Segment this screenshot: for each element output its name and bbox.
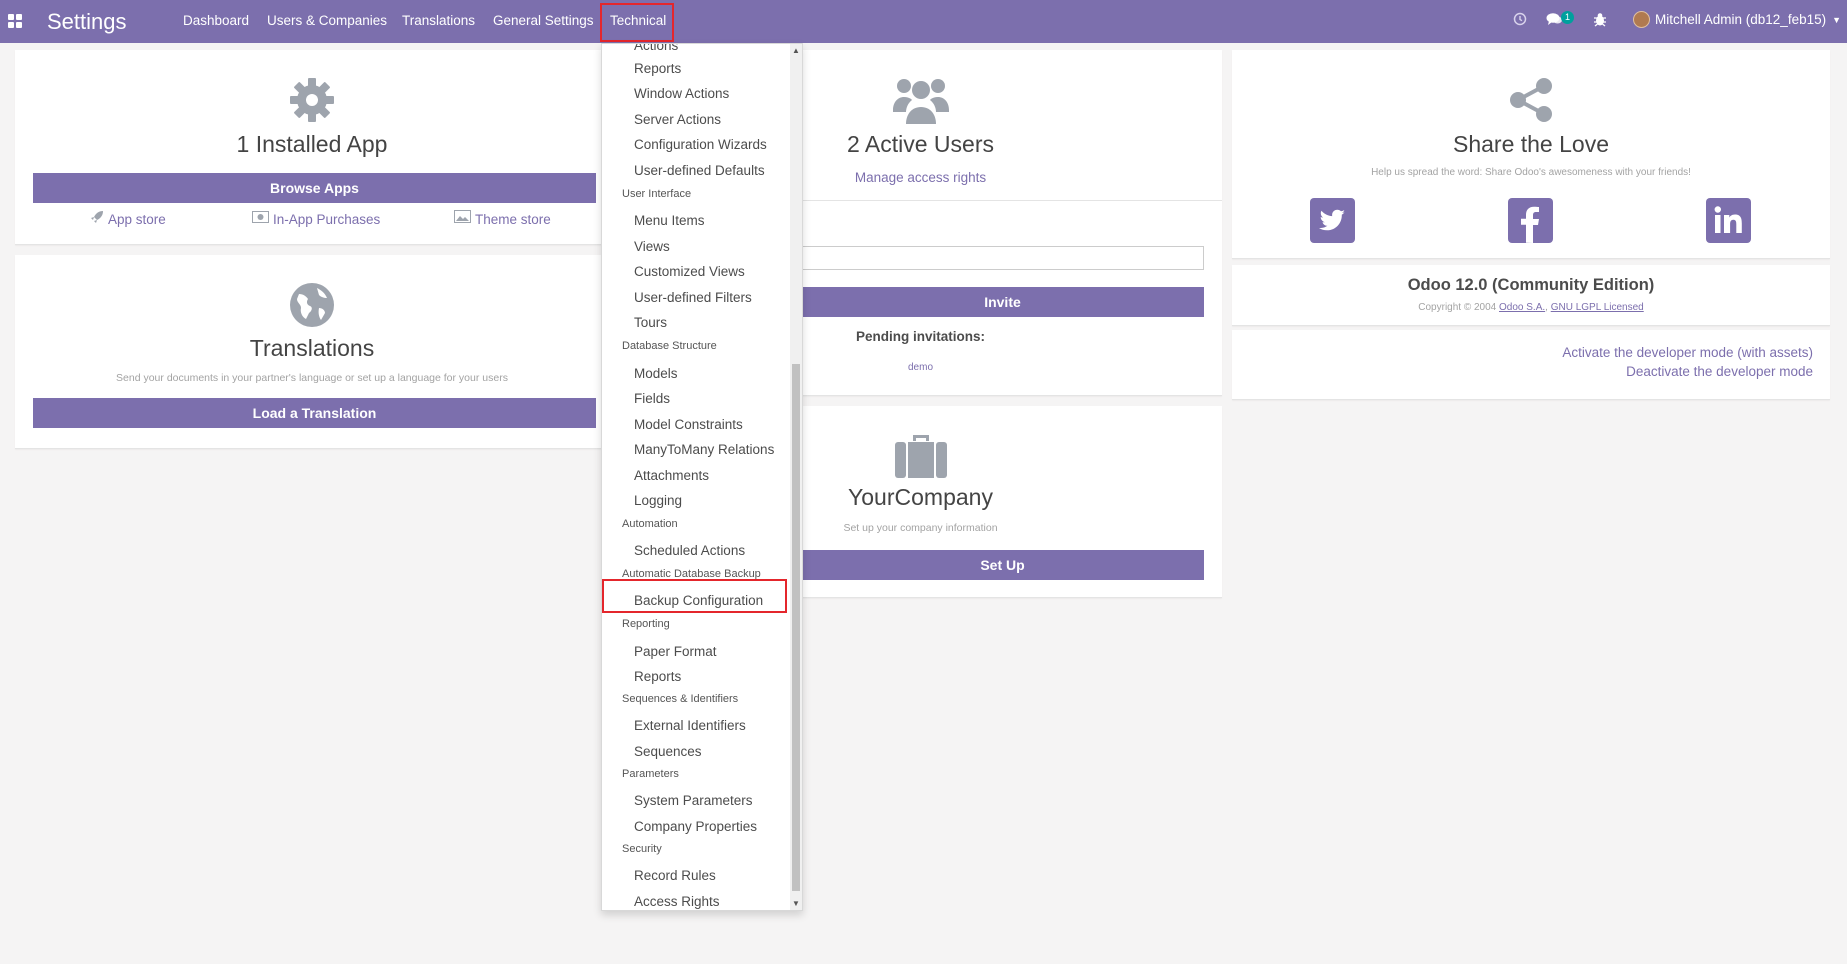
technical-menu-highlight (600, 3, 674, 42)
dropdown-item[interactable]: Model Constraints (634, 417, 743, 432)
dropdown-item[interactable]: Sequences (634, 744, 702, 759)
app-title: Settings (47, 9, 127, 34)
dropdown-item[interactable]: User-defined Filters (634, 290, 752, 305)
deactivate-developer-mode-link[interactable]: Deactivate the developer mode (1562, 364, 1813, 379)
rocket-icon (90, 210, 104, 229)
dropdown-item[interactable]: User-defined Defaults (634, 163, 765, 178)
chevron-down-icon: ▼ (1832, 14, 1842, 25)
version-title: Odoo 12.0 (Community Edition) (1407, 276, 1655, 294)
menu-translations[interactable]: Translations (402, 13, 475, 28)
installed-apps-title: 1 Installed App (236, 131, 388, 157)
dropdown-item[interactable]: Views (634, 239, 670, 254)
twitter-icon[interactable] (1310, 198, 1355, 243)
dropdown-item[interactable]: External Identifiers (634, 718, 746, 733)
dropdown-item[interactable]: Logging (634, 493, 682, 508)
invite-button[interactable]: Invite (801, 287, 1204, 317)
globe-icon (15, 282, 609, 333)
in-app-purchases-link[interactable]: In-App Purchases (252, 210, 380, 228)
manage-access-rights-link[interactable]: Manage access rights (855, 170, 986, 185)
dropdown-item[interactable]: Reports (634, 61, 681, 76)
dropdown-item[interactable]: System Parameters (634, 793, 753, 808)
browse-apps-button[interactable]: Browse Apps (33, 173, 596, 203)
dropdown-scrollbar[interactable]: ▲ ▼ (790, 44, 802, 910)
top-navbar: Settings Dashboard Users & Companies Tra… (0, 0, 1847, 43)
dropdown-item[interactable]: Scheduled Actions (634, 543, 745, 558)
dropdown-section-header: Security (622, 843, 662, 855)
dropdown-item[interactable]: Menu Items (634, 213, 705, 228)
messages-badge: 1 (1561, 11, 1575, 24)
dropdown-item[interactable]: Configuration Wizards (634, 137, 767, 152)
dropdown-item[interactable]: Record Rules (634, 868, 716, 883)
activity-clock-icon[interactable] (1511, 12, 1529, 30)
scroll-up-icon[interactable]: ▲ (792, 46, 800, 55)
dropdown-item[interactable]: Company Properties (634, 819, 757, 834)
backup-configuration-highlight (602, 579, 787, 613)
set-up-button[interactable]: Set Up (801, 550, 1204, 580)
facebook-icon[interactable] (1508, 198, 1553, 243)
linkedin-icon[interactable] (1706, 198, 1751, 243)
installed-apps-card: 1 Installed App Browse Apps App store In… (15, 50, 609, 245)
menu-dashboard[interactable]: Dashboard (183, 13, 249, 28)
invite-email-input[interactable] (801, 246, 1204, 270)
user-name: Mitchell Admin (db12_feb15) (1655, 12, 1827, 27)
dropdown-item[interactable]: Tours (634, 315, 667, 330)
copyright-text: Copyright © 2004 (1418, 302, 1497, 313)
money-icon (252, 210, 269, 228)
scroll-down-icon[interactable]: ▼ (792, 899, 800, 908)
menu-users-companies[interactable]: Users & Companies (267, 13, 387, 28)
theme-store-link[interactable]: Theme store (454, 210, 551, 228)
license-link[interactable]: GNU LGPL Licensed (1551, 302, 1644, 313)
share-card: Share the Love Help us spread the word: … (1232, 50, 1830, 259)
dropdown-item[interactable]: Server Actions (634, 112, 721, 127)
developer-mode-card: Activate the developer mode (with assets… (1232, 330, 1830, 400)
scrollbar-thumb[interactable] (792, 364, 800, 891)
dropdown-section-header: Automation (622, 518, 678, 530)
dropdown-item[interactable]: Window Actions (634, 86, 729, 101)
app-links: App store In-App Purchases Theme store (15, 210, 609, 230)
dropdown-item[interactable]: Attachments (634, 468, 709, 483)
dropdown-item[interactable]: ManyToMany Relations (634, 442, 774, 457)
dropdown-section-header: Reporting (622, 618, 670, 630)
translations-card: Translations Send your documents in your… (15, 255, 609, 449)
odoo-sa-link[interactable]: Odoo S.A. (1499, 302, 1545, 313)
dropdown-section-header: User Interface (622, 188, 692, 200)
user-menu[interactable]: Mitchell Admin (db12_feb15) ▼ (1633, 11, 1841, 28)
version-card: Odoo 12.0 (Community Edition) Copyright … (1232, 265, 1830, 326)
dropdown-item[interactable]: Models (634, 366, 678, 381)
dropdown-item[interactable]: Access Rights (634, 894, 720, 909)
dropdown-section-header: Sequences & Identifiers (622, 693, 739, 705)
technical-dropdown-menu: Actions Reports Window Actions Server Acti… (601, 43, 803, 911)
dropdown-item[interactable]: Customized Views (634, 264, 745, 279)
dropdown-item[interactable]: Fields (634, 391, 670, 406)
translations-subtitle: Send your documents in your partner's la… (116, 372, 508, 384)
menu-general-settings[interactable]: General Settings (493, 13, 594, 28)
avatar (1633, 11, 1650, 28)
dropdown-section-header: Database Structure (622, 340, 717, 352)
picture-icon (454, 210, 471, 228)
dropdown-item-actions[interactable]: Actions (634, 44, 678, 53)
copyright-line: Copyright © 2004 Odoo S.A., GNU LGPL Lic… (1418, 302, 1644, 313)
debug-bug-icon[interactable] (1591, 12, 1609, 30)
load-translation-button[interactable]: Load a Translation (33, 398, 596, 428)
share-title: Share the Love (1452, 131, 1609, 157)
app-store-link[interactable]: App store (90, 210, 166, 229)
gear-icon (15, 77, 609, 128)
share-subtitle: Help us spread the word: Share Odoo's aw… (1371, 167, 1691, 178)
developer-links: Activate the developer mode (with assets… (1562, 345, 1813, 379)
translations-title: Translations (249, 335, 375, 361)
activate-developer-mode-link[interactable]: Activate the developer mode (with assets… (1562, 345, 1813, 360)
share-icon (1232, 77, 1830, 128)
dropdown-section-header: Parameters (622, 768, 679, 780)
apps-menu-icon[interactable] (8, 14, 22, 28)
dropdown-item[interactable]: Paper Format (634, 644, 717, 659)
dropdown-item[interactable]: Reports (634, 669, 681, 684)
